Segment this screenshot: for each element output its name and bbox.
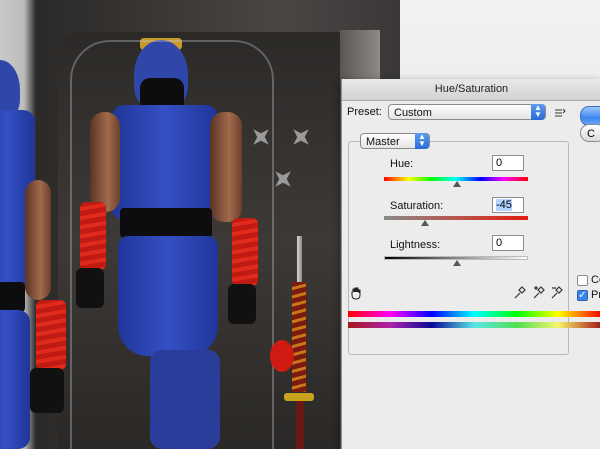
chevron-updown-icon: ▲ ▼	[415, 133, 429, 149]
sword-handle	[292, 282, 306, 392]
lightness-slider-thumb[interactable]	[453, 260, 461, 266]
preset-label: Preset:	[347, 106, 382, 118]
saturation-label: Saturation:	[390, 200, 444, 212]
hand-target-icon[interactable]	[350, 286, 364, 300]
eyedropper-icon[interactable]	[514, 286, 526, 299]
saturation-field[interactable]: -45	[492, 197, 524, 213]
channel-value: Master	[366, 136, 400, 148]
lightness-field[interactable]: 0	[492, 235, 524, 251]
lightness-value: 0	[496, 237, 503, 249]
hue-field[interactable]: 0	[492, 155, 524, 171]
preset-select[interactable]: Custom ▲ ▼	[388, 104, 546, 120]
blister-outline	[70, 40, 274, 449]
lightness-label: Lightness:	[390, 239, 441, 251]
saturation-slider-thumb[interactable]	[421, 220, 429, 226]
channel-select[interactable]: Master ▲ ▼	[360, 133, 430, 149]
hue-saturation-dialog: Hue/Saturation Preset: Custom ▲ ▼ C Maste…	[341, 79, 600, 449]
hue-label: Hue:	[390, 158, 414, 170]
saturation-value: -45	[496, 199, 512, 211]
preset-options-icon[interactable]	[554, 107, 566, 119]
saturation-slider-track[interactable]	[384, 216, 528, 220]
cancel-button[interactable]: C	[580, 124, 600, 142]
colorize-checkbox[interactable]	[577, 275, 588, 286]
cancel-button-label: C	[587, 128, 595, 140]
sword-blade	[297, 236, 302, 284]
colorize-label: Co	[591, 274, 600, 286]
preview-label: Pre	[591, 289, 600, 301]
eyedropper-plus-icon[interactable]	[533, 286, 546, 299]
preset-value: Custom	[394, 107, 432, 119]
ok-button[interactable]	[580, 106, 600, 126]
sword-tail	[296, 401, 304, 449]
eyedropper-minus-icon[interactable]	[551, 286, 564, 299]
preview-checkbox[interactable]: ✓	[577, 290, 588, 301]
sword-ribbon	[270, 340, 294, 372]
output-spectrum-bar	[348, 322, 600, 328]
chevron-updown-icon: ▲ ▼	[531, 104, 545, 120]
input-spectrum-bar	[348, 311, 600, 317]
dialog-title[interactable]: Hue/Saturation	[342, 79, 600, 101]
sword-guard	[284, 393, 314, 401]
hue-slider-thumb[interactable]	[453, 181, 461, 187]
hue-value: 0	[496, 157, 503, 169]
